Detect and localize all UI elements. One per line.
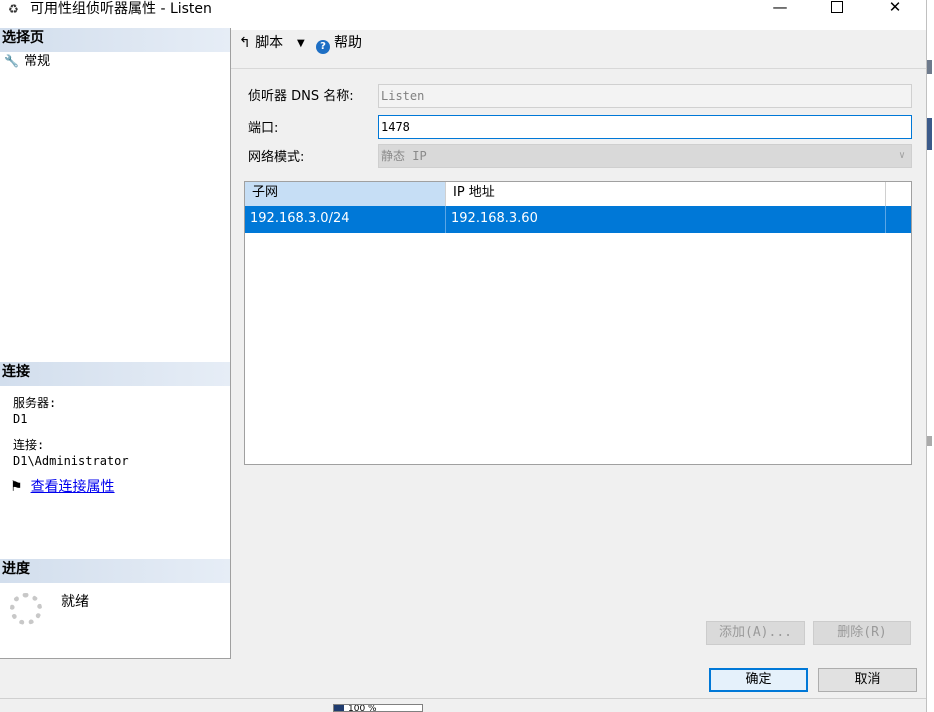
column-header-subnet[interactable]: 子网 [245, 182, 446, 206]
progress-spinner-icon [10, 593, 42, 625]
background-window-edge [926, 0, 934, 712]
server-value: D1 [13, 412, 28, 426]
cell-subnet: 192.168.3.0/24 [245, 206, 446, 233]
maximize-icon [831, 1, 843, 13]
background-status-strip [0, 698, 926, 712]
cancel-button[interactable]: 取消 [818, 668, 917, 692]
network-mode-label: 网络模式: [248, 150, 305, 165]
edge-marker [927, 60, 932, 74]
column-header-ip[interactable]: IP 地址 [446, 182, 886, 206]
nav-item-label: 常规 [24, 54, 51, 69]
window-title: 可用性组侦听器属性 - Listen [30, 1, 212, 17]
progress-status: 就绪 [61, 594, 89, 610]
toolbar: ↰ 脚本 ▼ ? 帮助 [231, 28, 926, 58]
grid-header: 子网 IP 地址 [245, 182, 911, 206]
column-header-filler [886, 182, 911, 206]
script-dropdown-arrow-icon[interactable]: ▼ [297, 35, 305, 53]
view-connection-properties-link[interactable]: 查看连接属性 [31, 479, 115, 495]
remove-button[interactable]: 删除(R) [813, 621, 911, 645]
zoom-value: 100 % [348, 704, 377, 712]
zoom-selector[interactable]: 100 % [333, 704, 423, 712]
table-row[interactable]: 192.168.3.0/24 192.168.3.60 [245, 206, 911, 233]
left-pane: 选择页 🔧 常规 连接 服务器: D1 连接: D1\Administrator… [0, 28, 231, 659]
help-button[interactable]: ? 帮助 [316, 34, 362, 54]
progress-header: 进度 [0, 559, 230, 583]
port-label: 端口: [248, 121, 279, 136]
add-button[interactable]: 添加(A)... [706, 621, 805, 645]
title-bar: ♻ 可用性组侦听器属性 - Listen — ✕ [0, 0, 926, 30]
dns-name-label: 侦听器 DNS 名称: [248, 89, 354, 104]
script-button[interactable]: ↰ 脚本 [239, 34, 283, 52]
close-button[interactable]: ✕ [872, 0, 918, 16]
connection-label: 连接: [13, 438, 45, 452]
minimize-button[interactable]: — [757, 0, 803, 16]
script-label: 脚本 [255, 35, 284, 51]
help-label: 帮助 [334, 35, 362, 51]
nav-item-general[interactable]: 🔧 常规 [4, 52, 50, 71]
help-icon: ? [316, 40, 330, 54]
ok-button[interactable]: 确定 [709, 668, 808, 692]
listener-properties-window: ♻ 可用性组侦听器属性 - Listen — ✕ 选择页 🔧 常规 连接 服务器… [0, 0, 926, 712]
server-label: 服务器: [13, 396, 57, 410]
chevron-down-icon: ∨ [898, 150, 905, 161]
zoom-marker [334, 705, 344, 711]
cell-ip: 192.168.3.60 [446, 206, 886, 233]
edge-marker [927, 436, 932, 446]
listener-app-icon: ♻ [8, 2, 19, 16]
select-page-header: 选择页 [0, 28, 230, 52]
subnet-ip-grid: 子网 IP 地址 192.168.3.0/24 192.168.3.60 [244, 181, 912, 465]
wrench-icon: 🔧 [4, 54, 19, 68]
port-input[interactable]: 1478 [378, 115, 912, 139]
view-connection-properties: ⚑ 查看连接属性 [10, 478, 115, 496]
network-mode-value: 静态 IP [381, 149, 427, 163]
edge-marker [927, 118, 932, 150]
maximize-button[interactable] [814, 0, 860, 16]
script-icon: ↰ [239, 35, 251, 51]
network-mode-select[interactable]: 静态 IP ∨ [378, 144, 912, 168]
connection-header: 连接 [0, 362, 230, 386]
dns-name-field[interactable]: Listen [378, 84, 912, 108]
general-page-content: 侦听器 DNS 名称: Listen 端口: 1478 网络模式: 静态 IP … [231, 68, 926, 658]
connection-value: D1\Administrator [13, 454, 129, 468]
connection-plug-icon: ⚑ [10, 479, 23, 495]
